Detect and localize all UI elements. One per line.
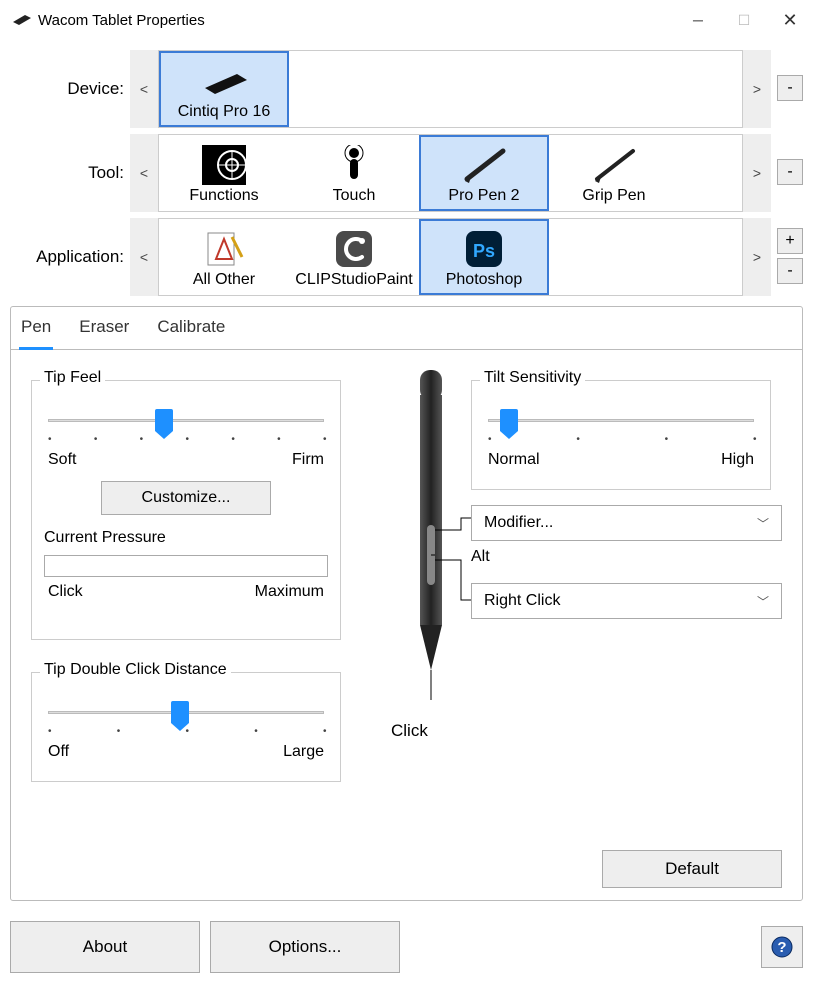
tool-next-button[interactable]: > <box>743 134 771 212</box>
tilt-high-label: High <box>721 451 754 469</box>
device-prev-button[interactable]: < <box>130 50 158 128</box>
tilt-group: Tilt Sensitivity Normal High <box>471 380 771 490</box>
device-list: Cintiq Pro 16 <box>158 50 743 128</box>
app-item-label: CLIPStudioPaint <box>295 271 412 289</box>
app-item-label: Photoshop <box>446 271 523 289</box>
touch-icon <box>339 143 369 187</box>
all-other-icon <box>202 227 246 271</box>
app-item-label: All Other <box>193 271 255 289</box>
tilt-low-label: Normal <box>488 451 540 469</box>
window-title: Wacom Tablet Properties <box>38 12 675 29</box>
tab-eraser[interactable]: Eraser <box>77 313 131 349</box>
pen-icon <box>589 143 639 187</box>
tip-feel-high-label: Firm <box>292 451 324 469</box>
device-item-cintiq[interactable]: Cintiq Pro 16 <box>159 51 289 127</box>
device-remove-button[interactable]: - <box>777 75 803 101</box>
tool-remove-button[interactable]: - <box>777 159 803 185</box>
pen-tip-label: Click <box>391 721 428 741</box>
close-button[interactable]: ✕ <box>767 0 813 40</box>
app-item-all-other[interactable]: All Other <box>159 219 289 295</box>
maximize-button[interactable]: ☐ <box>721 0 767 40</box>
double-click-title: Tip Double Click Distance <box>40 661 231 679</box>
options-button[interactable]: Options... <box>210 921 400 973</box>
tilt-title: Tilt Sensitivity <box>480 369 585 387</box>
minimize-button[interactable]: ─ <box>675 0 721 40</box>
photoshop-icon: Ps <box>464 227 504 271</box>
tool-item-label: Functions <box>189 187 258 205</box>
double-click-low-label: Off <box>48 743 69 761</box>
svg-text:?: ? <box>777 939 786 956</box>
tablet-icon <box>199 59 249 103</box>
app-item-clip-studio[interactable]: CLIPStudioPaint <box>289 219 419 295</box>
chevron-down-icon: ﹀ <box>757 593 769 610</box>
double-click-high-label: Large <box>283 743 324 761</box>
tool-item-label: Touch <box>333 187 376 205</box>
default-button[interactable]: Default <box>602 850 782 888</box>
device-item-label: Cintiq Pro 16 <box>178 103 271 121</box>
tab-pen[interactable]: Pen <box>19 313 53 350</box>
tool-label: Tool: <box>10 163 130 183</box>
current-pressure-bar <box>44 555 328 577</box>
pen-upper-button-sublabel: Alt <box>471 548 490 566</box>
pressure-high-label: Maximum <box>255 583 324 601</box>
tip-feel-low-label: Soft <box>48 451 76 469</box>
clip-studio-icon <box>334 227 374 271</box>
tilt-slider[interactable] <box>488 409 754 445</box>
device-next-button[interactable]: > <box>743 50 771 128</box>
tab-calibrate[interactable]: Calibrate <box>155 313 227 349</box>
app-item-photoshop[interactable]: Ps Photoshop <box>419 219 549 295</box>
tip-feel-title: Tip Feel <box>40 369 105 387</box>
pen-icon <box>459 143 509 187</box>
current-pressure-label: Current Pressure <box>44 529 328 547</box>
svg-text:Ps: Ps <box>473 241 495 261</box>
device-label: Device: <box>10 79 130 99</box>
app-list: All Other CLIPStudioPaint Ps Photoshop <box>158 218 743 296</box>
about-button[interactable]: About <box>10 921 200 973</box>
tool-list: Functions Touch Pro Pen 2 Grip Pen <box>158 134 743 212</box>
tool-item-label: Pro Pen 2 <box>448 187 519 205</box>
pen-lower-button-dropdown[interactable]: Right Click ﹀ <box>471 583 782 619</box>
tool-prev-button[interactable]: < <box>130 134 158 212</box>
tool-item-touch[interactable]: Touch <box>289 135 419 211</box>
tip-feel-slider[interactable] <box>48 409 324 445</box>
pressure-low-label: Click <box>48 583 83 601</box>
tool-item-pro-pen-2[interactable]: Pro Pen 2 <box>419 135 549 211</box>
pen-lower-button-label: Right Click <box>484 592 560 610</box>
app-add-button[interactable]: + <box>777 228 803 254</box>
double-click-group: Tip Double Click Distance Off Large <box>31 672 341 782</box>
tool-item-grip-pen[interactable]: Grip Pen <box>549 135 679 211</box>
help-icon: ? <box>770 935 794 959</box>
double-click-slider[interactable] <box>48 701 324 737</box>
app-icon <box>10 11 32 30</box>
pen-upper-button-label: Modifier... <box>484 514 553 532</box>
customize-button[interactable]: Customize... <box>101 481 271 515</box>
app-remove-button[interactable]: - <box>777 258 803 284</box>
chevron-down-icon: ﹀ <box>757 515 769 532</box>
app-next-button[interactable]: > <box>743 218 771 296</box>
functions-icon <box>202 143 246 187</box>
app-prev-button[interactable]: < <box>130 218 158 296</box>
application-label: Application: <box>10 247 130 267</box>
tool-item-label: Grip Pen <box>582 187 645 205</box>
tool-item-functions[interactable]: Functions <box>159 135 289 211</box>
tip-feel-group: Tip Feel Soft Firm Customize... Current … <box>31 380 341 640</box>
pen-upper-button-dropdown[interactable]: Modifier... ﹀ <box>471 505 782 541</box>
